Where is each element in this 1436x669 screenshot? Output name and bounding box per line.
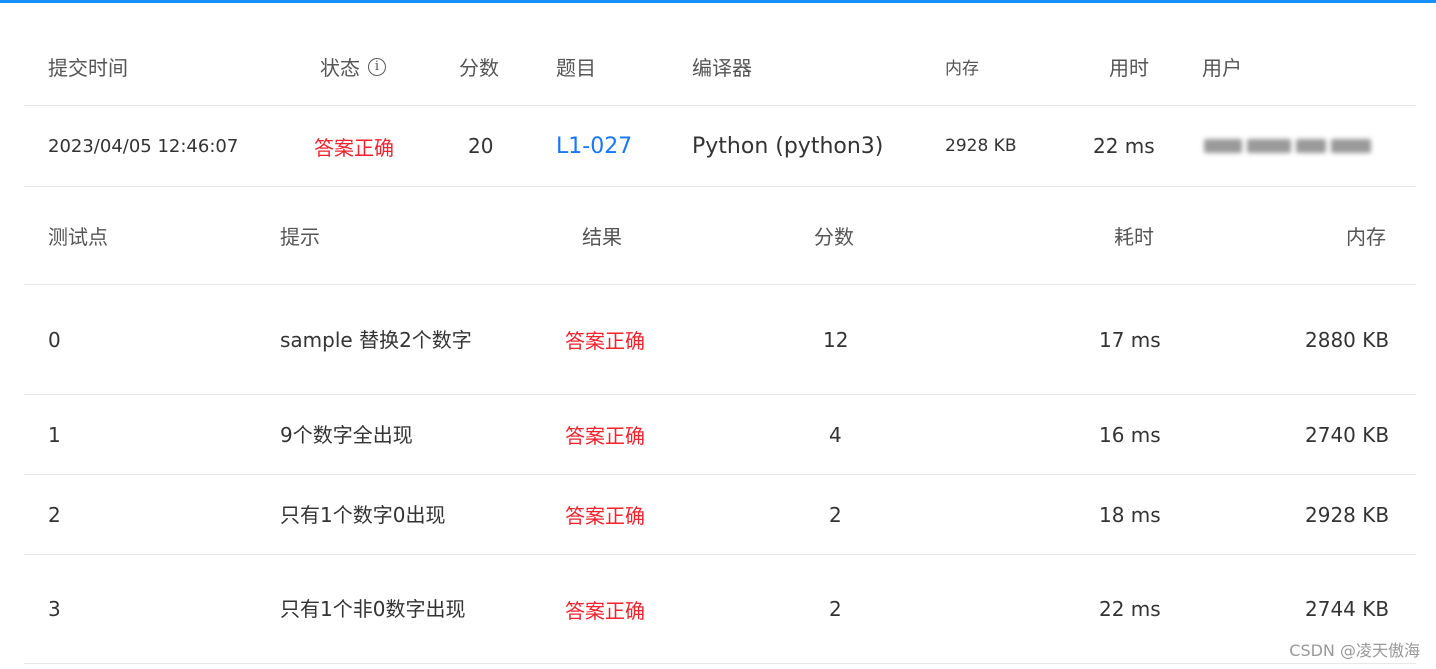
testpoint-hint: sample 替换2个数字 [280, 285, 480, 394]
submission-score: 20 [468, 134, 494, 158]
csdn-watermark: CSDN @凌天傲海 [1289, 641, 1420, 660]
testpoint-hint-text: 9个数字全出现 [280, 422, 413, 447]
header-tp-memory: 内存 [1346, 225, 1386, 249]
header-tp-score: 分数 [814, 225, 854, 249]
testpoint-result: 答案正确 [565, 424, 645, 448]
testpoint-memory: 2928 KB [1305, 502, 1390, 527]
header-status-label: 状态 [320, 56, 360, 80]
testpoint-header-row: 测试点 提示 结果 分数 耗时 内存 [24, 187, 1416, 285]
submission-duration: 22 ms [1093, 134, 1155, 158]
testpoint-hint-text: sample 替换2个数字 [280, 327, 472, 352]
testpoint-duration: 17 ms [1099, 327, 1161, 352]
testpoint-score: 2 [829, 502, 842, 527]
submission-compiler: Python (python3) [692, 133, 884, 159]
testpoint-row: 2 只有1个数字0出现 答案正确 2 18 ms 2928 KB [24, 475, 1416, 555]
submission-user-blurred [1204, 106, 1371, 186]
testpoint-hint-text: 只有1个数字0出现 [280, 502, 446, 527]
testpoint-id: 3 [48, 597, 61, 621]
testpoint-result: 答案正确 [565, 504, 645, 528]
testpoint-duration: 18 ms [1099, 502, 1161, 527]
problem-link[interactable]: L1-027 [556, 106, 632, 186]
header-hint: 提示 [280, 225, 320, 249]
testpoint-hint: 只有1个数字0出现 [280, 475, 480, 554]
testpoint-duration: 22 ms [1099, 597, 1161, 621]
testpoint-score: 4 [829, 422, 842, 447]
header-tp-duration: 耗时 [1114, 225, 1154, 249]
submission-status: 答案正确 [314, 135, 394, 160]
submission-memory: 2928 KB [945, 136, 1017, 156]
header-compiler: 编译器 [692, 56, 752, 80]
testpoint-row: 0 sample 替换2个数字 答案正确 12 17 ms 2880 KB [24, 285, 1416, 395]
testpoint-id: 1 [48, 422, 61, 447]
submission-time: 2023/04/05 12:46:07 [48, 135, 239, 157]
testpoint-result: 答案正确 [565, 329, 645, 353]
header-user: 用户 [1202, 56, 1242, 80]
testpoint-score: 12 [823, 327, 849, 352]
header-submit-time: 提交时间 [48, 56, 128, 80]
header-result: 结果 [582, 225, 622, 249]
submission-row: 2023/04/05 12:46:07 答案正确 20 L1-027 Pytho… [24, 106, 1416, 187]
header-testpoint: 测试点 [48, 225, 108, 249]
header-memory: 内存 [945, 59, 979, 79]
header-problem: 题目 [556, 56, 596, 80]
testpoint-hint: 9个数字全出现 [280, 395, 480, 474]
testpoint-row: 1 9个数字全出现 答案正确 4 16 ms 2740 KB [24, 395, 1416, 475]
testpoint-duration: 16 ms [1099, 422, 1161, 447]
testpoint-id: 2 [48, 502, 61, 527]
testpoint-id: 0 [48, 327, 61, 352]
user-avatar-blur [1204, 139, 1371, 153]
submission-header-row: 提交时间 状态 i 分数 题目 编译器 内存 用时 用户 [24, 28, 1416, 106]
testpoint-score: 2 [829, 597, 842, 621]
info-circle-icon[interactable]: i [368, 57, 386, 76]
testpoint-memory: 2740 KB [1305, 422, 1390, 447]
testpoint-result: 答案正确 [565, 598, 645, 623]
testpoint-row: 3 只有1个非0数字出现 答案正确 2 22 ms 2744 KB [24, 555, 1416, 664]
testpoint-hint: 只有1个非0数字出现 [280, 555, 480, 663]
testpoint-hint-text: 只有1个非0数字出现 [280, 597, 466, 621]
header-score: 分数 [459, 56, 499, 80]
header-status: 状态 i [320, 28, 386, 105]
header-duration: 用时 [1109, 56, 1149, 80]
top-accent-bar [0, 0, 1436, 3]
testpoint-memory: 2880 KB [1305, 327, 1390, 352]
submission-panel: 提交时间 状态 i 分数 题目 编译器 内存 用时 用户 2023/04/05 … [24, 28, 1416, 664]
